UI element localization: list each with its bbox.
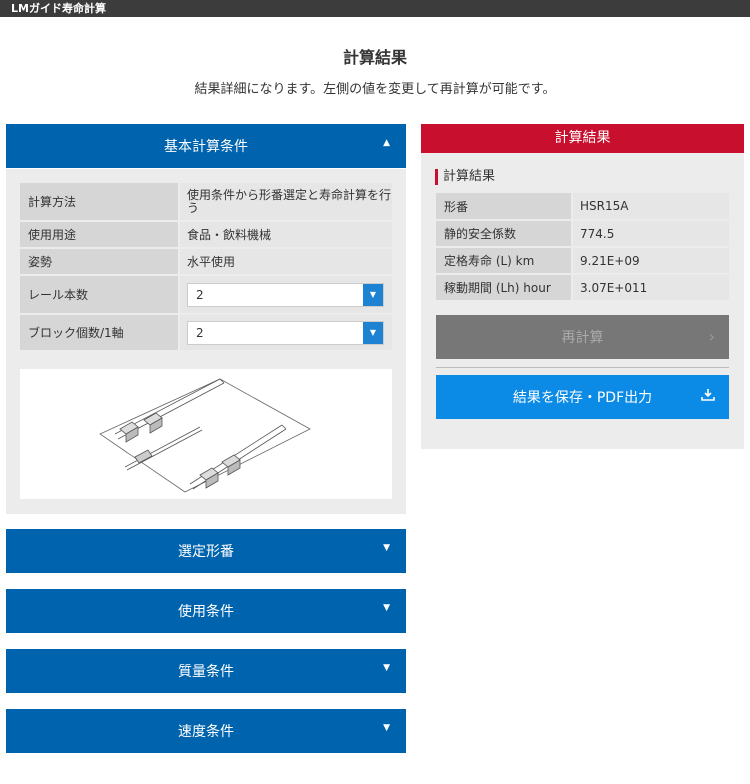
mass-conditions-header[interactable]: 質量条件 ▼ (6, 649, 406, 693)
rail-count-value: 2 (196, 287, 204, 302)
row-value: HSR15A (572, 193, 729, 221)
row-value: 使用条件から形番選定と寿命計算を行う (179, 183, 392, 222)
speed-conditions-header[interactable]: 速度条件 ▼ (6, 709, 406, 753)
speed-conditions-title: 速度条件 (178, 724, 234, 740)
block-count-value: 2 (196, 325, 204, 340)
caret-down-icon: ▼ (383, 603, 390, 613)
caret-down-icon: ▼ (383, 543, 390, 553)
save-pdf-button[interactable]: 結果を保存・PDF出力 (436, 375, 729, 419)
caret-up-icon: ▲ (383, 138, 390, 148)
results-subtitle: 計算結果 (435, 169, 495, 185)
table-row: 形番 HSR15A (436, 193, 729, 221)
table-row: 計算方法 使用条件から形番選定と寿命計算を行う (20, 183, 392, 222)
block-count-label: ブロック個数/1軸 (20, 314, 180, 352)
row-label: 計算方法 (20, 183, 180, 222)
rail-count-select[interactable]: 2 ▼ (187, 282, 384, 307)
usage-conditions-title: 使用条件 (178, 604, 234, 620)
download-icon (701, 388, 715, 406)
page-subtitle: 結果詳細になります。左側の値を変更して再計算が可能です。 (194, 82, 556, 97)
save-pdf-label: 結果を保存・PDF出力 (512, 390, 653, 406)
app-title: LMガイド寿命計算 (11, 2, 106, 15)
table-row: 定格寿命 (L) km 9.21E+09 (436, 247, 729, 275)
row-value: 774.5 (572, 220, 729, 248)
row-label: 姿勢 (20, 248, 180, 276)
basic-conditions-header[interactable]: 基本計算条件 ▲ (6, 124, 406, 168)
conditions-table: 計算方法 使用条件から形番選定と寿命計算を行う 使用用途 食品・飲料機械 姿勢 … (20, 183, 392, 352)
rail-count-label: レール本数 (20, 275, 180, 315)
caret-down-icon: ▼ (383, 663, 390, 673)
row-label: 静的安全係数 (436, 220, 573, 248)
chevron-right-icon: › (708, 327, 715, 346)
row-label: 形番 (436, 193, 573, 221)
rail-count-cell: 2 ▼ (179, 275, 392, 315)
results-header: 計算結果 (421, 124, 744, 153)
selected-model-title: 選定形番 (178, 544, 234, 560)
block-count-cell: 2 ▼ (179, 314, 392, 352)
recalculate-button[interactable]: 再計算 › (436, 315, 729, 359)
chevron-down-icon: ▼ (363, 283, 383, 306)
basic-conditions-title: 基本計算条件 (164, 139, 248, 155)
table-row: 姿勢 水平使用 (20, 248, 392, 276)
results-panel: 計算結果 形番 HSR15A 静的安全係数 774.5 定格寿命 (L) km … (421, 153, 744, 449)
table-row: レール本数 2 ▼ (20, 275, 392, 315)
row-value: 3.07E+011 (572, 274, 729, 302)
usage-conditions-header[interactable]: 使用条件 ▼ (6, 589, 406, 633)
results-table: 形番 HSR15A 静的安全係数 774.5 定格寿命 (L) km 9.21E… (436, 193, 729, 302)
mass-conditions-title: 質量条件 (178, 664, 234, 680)
table-row: 稼動期間 (Lh) hour 3.07E+011 (436, 274, 729, 302)
caret-down-icon: ▼ (383, 723, 390, 733)
row-value: 食品・飲料機械 (179, 221, 392, 249)
row-label: 使用用途 (20, 221, 180, 249)
block-count-select[interactable]: 2 ▼ (187, 320, 384, 345)
selected-model-header[interactable]: 選定形番 ▼ (6, 529, 406, 573)
recalculate-label: 再計算 (561, 330, 604, 346)
page-title: 計算結果 (342, 48, 407, 67)
row-label: 稼動期間 (Lh) hour (436, 274, 573, 302)
row-value: 9.21E+09 (572, 247, 729, 275)
row-label: 定格寿命 (L) km (436, 247, 573, 275)
basic-conditions-panel: 計算方法 使用条件から形番選定と寿命計算を行う 使用用途 食品・飲料機械 姿勢 … (6, 169, 406, 514)
row-value: 水平使用 (179, 248, 392, 276)
table-row: 使用用途 食品・飲料機械 (20, 221, 392, 249)
guide-illustration (20, 369, 392, 499)
table-row: 静的安全係数 774.5 (436, 220, 729, 248)
app-title-bar: LMガイド寿命計算 (0, 0, 750, 17)
table-row: ブロック個数/1軸 2 ▼ (20, 314, 392, 352)
divider (436, 367, 729, 368)
chevron-down-icon: ▼ (363, 321, 383, 344)
